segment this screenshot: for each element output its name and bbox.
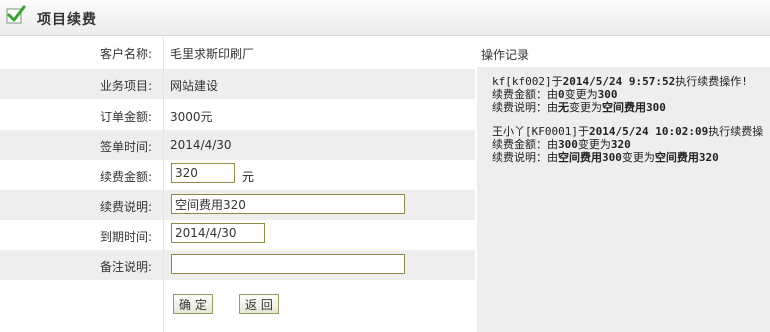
log-desc-prefix: 续费说明：由 (492, 151, 558, 164)
renew-amount-label: 续费金额: (99, 170, 152, 184)
log-action: 执行续费操 (708, 125, 764, 138)
log-desc-prefix: 续费说明：由 (492, 101, 558, 114)
log-amount-from: 300 (558, 138, 578, 151)
sign-date-row: 签单时间: 2014/4/30 (0, 130, 475, 160)
log-title: 操作记录 (481, 48, 530, 62)
page-header: 项目续费 (0, 0, 770, 36)
order-amount-value: 3000元 (170, 110, 213, 124)
order-amount-label: 订单金额: (99, 110, 152, 124)
log-action: 执行续费操作! (675, 75, 748, 88)
remark-label: 备注说明: (99, 260, 152, 274)
renewal-form: 客户名称: 毛里求斯印刷厂 业务项目: 网站建设 订单金额: 3000元 签单时… (0, 37, 475, 332)
column-divider (163, 37, 164, 332)
log-entry: kf[kf002]于2014/5/24 9:57:52执行续费操作! 续费金额：… (492, 75, 748, 114)
expire-label: 到期时间: (99, 230, 152, 244)
sign-date-value: 2014/4/30 (170, 138, 232, 152)
log-amount-to: 300 (597, 88, 618, 101)
remark-input[interactable] (171, 254, 405, 274)
log-desc-mid: 变更为 (569, 101, 602, 114)
expire-row: 到期时间: (0, 220, 475, 250)
log-header: 操作记录 (477, 37, 770, 67)
renew-desc-label: 续费说明: (99, 200, 152, 214)
log-amount-prefix: 续费金额：由 (492, 138, 558, 151)
customer-label: 客户名称: (99, 47, 152, 61)
log-desc-from: 空间费用300 (558, 151, 622, 164)
log-amount-to: 320 (610, 138, 631, 151)
renew-amount-input[interactable] (171, 163, 235, 183)
customer-value: 毛里求斯印刷厂 (170, 47, 255, 61)
log-entry: 王小丫[KF0001]于2014/5/24 10:02:09执行续费操 续费金额… (492, 125, 763, 164)
page-title: 项目续费 (37, 12, 97, 28)
project-value: 网站建设 (170, 79, 219, 93)
operation-log-panel: 操作记录 kf[kf002]于2014/5/24 9:57:52执行续费操作! … (477, 37, 770, 332)
log-list: kf[kf002]于2014/5/24 9:57:52执行续费操作! 续费金额：… (477, 67, 770, 332)
log-desc-mid: 变更为 (621, 151, 655, 164)
log-operator: 王小丫[KF0001]于 (492, 125, 589, 138)
renew-desc-row: 续费说明: (0, 190, 475, 220)
expire-date-input[interactable] (171, 223, 265, 243)
back-button[interactable]: 返 回 (239, 294, 279, 314)
log-amount-mid: 变更为 (577, 138, 611, 151)
log-operator: kf[kf002]于 (492, 75, 563, 88)
order-amount-row: 订单金额: 3000元 (0, 100, 475, 130)
renew-amount-row: 续费金额: 元 (0, 160, 475, 190)
confirm-button[interactable]: 确 定 (173, 294, 213, 314)
log-amount-prefix: 续费金额：由 (492, 88, 558, 101)
log-time: 2014/5/24 10:02:09 (588, 125, 709, 138)
customer-row: 客户名称: 毛里求斯印刷厂 (0, 37, 475, 67)
check-icon (6, 5, 26, 24)
log-time: 2014/5/24 9:57:52 (562, 75, 676, 88)
sign-date-label: 签单时间: (99, 140, 152, 154)
button-row: 确 定 返 回 (0, 282, 475, 332)
renew-desc-input[interactable] (171, 194, 405, 214)
log-desc-to: 空间费用300 (602, 101, 666, 114)
project-label: 业务项目: (99, 79, 152, 93)
log-desc-to: 空间费用320 (654, 151, 719, 164)
log-amount-mid: 变更为 (564, 88, 598, 101)
log-desc-from: 无 (558, 101, 569, 114)
renew-amount-unit: 元 (242, 170, 255, 184)
log-amount-from: 0 (558, 88, 565, 101)
project-row: 业务项目: 网站建设 (0, 69, 475, 99)
remark-row: 备注说明: (0, 250, 475, 280)
